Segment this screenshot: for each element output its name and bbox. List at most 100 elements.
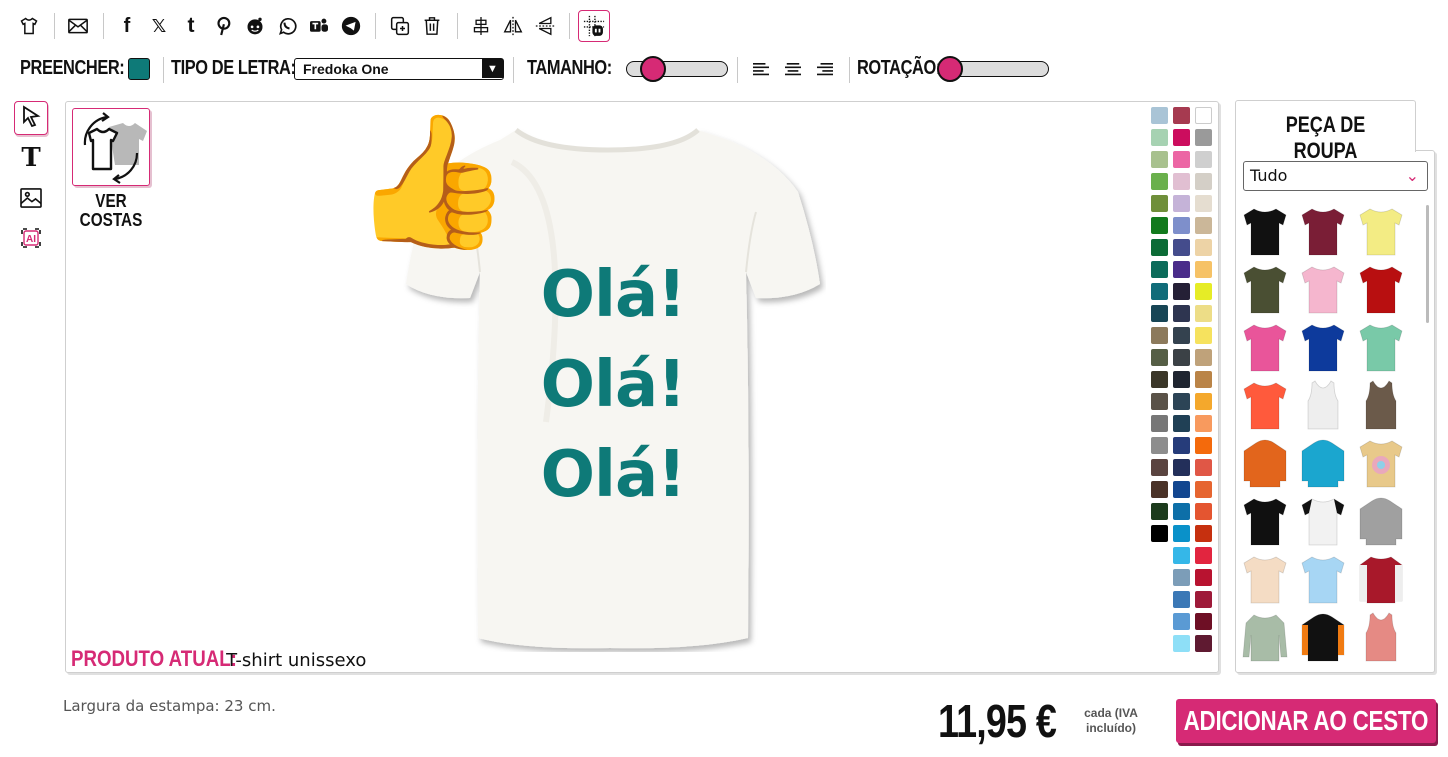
color-swatch[interactable] xyxy=(1173,261,1190,278)
teams-icon[interactable] xyxy=(308,15,330,37)
color-swatch[interactable] xyxy=(1151,107,1168,124)
color-swatch[interactable] xyxy=(1195,239,1212,256)
flip-horizontal-icon[interactable] xyxy=(502,15,524,37)
color-swatch[interactable] xyxy=(1151,283,1168,300)
color-swatch[interactable] xyxy=(1173,239,1190,256)
color-swatch[interactable] xyxy=(1173,547,1190,564)
x-icon[interactable]: 𝕏 xyxy=(148,15,170,37)
telegram-icon[interactable] xyxy=(340,15,362,37)
product-thumb-olive-tee[interactable] xyxy=(1242,263,1288,315)
fill-color-swatch[interactable] xyxy=(128,58,150,80)
font-select[interactable]: Fredoka One ▼ xyxy=(294,58,504,80)
color-swatch[interactable] xyxy=(1173,327,1190,344)
color-swatch[interactable] xyxy=(1173,525,1190,542)
tumblr-icon[interactable]: t xyxy=(180,14,202,37)
text-align-left-icon[interactable] xyxy=(750,59,772,81)
color-swatch[interactable] xyxy=(1173,415,1190,432)
color-swatch[interactable] xyxy=(1151,195,1168,212)
flip-vertical-icon[interactable] xyxy=(534,15,556,37)
product-thumb-tiedye-tee[interactable] xyxy=(1358,437,1404,489)
color-swatch[interactable] xyxy=(1151,415,1168,432)
trash-icon[interactable] xyxy=(421,15,443,37)
product-thumb-mint-tee[interactable] xyxy=(1358,321,1404,373)
color-swatch[interactable] xyxy=(1195,195,1212,212)
color-swatch[interactable] xyxy=(1173,283,1190,300)
color-swatch[interactable] xyxy=(1173,107,1190,124)
product-thumb-turquoise-hoodie[interactable] xyxy=(1300,437,1346,489)
color-swatch[interactable] xyxy=(1195,283,1212,300)
product-thumb-red-tee[interactable] xyxy=(1358,263,1404,315)
color-swatch[interactable] xyxy=(1195,459,1212,476)
color-swatch[interactable] xyxy=(1173,217,1190,234)
design-text[interactable]: Olá! Olá! Olá! xyxy=(528,250,698,520)
color-swatch[interactable] xyxy=(1151,305,1168,322)
color-swatch[interactable] xyxy=(1173,591,1190,608)
color-swatch[interactable] xyxy=(1173,349,1190,366)
color-swatch[interactable] xyxy=(1151,437,1168,454)
size-slider-handle[interactable] xyxy=(639,56,666,82)
color-swatch[interactable] xyxy=(1151,217,1168,234)
product-filter-select[interactable]: Tudo ⌄ xyxy=(1243,161,1428,191)
color-swatch[interactable] xyxy=(1151,151,1168,168)
color-swatch[interactable] xyxy=(1151,129,1168,146)
color-swatch[interactable] xyxy=(1151,503,1168,520)
grid-snap-icon[interactable] xyxy=(578,10,610,42)
align-center-icon[interactable] xyxy=(470,15,492,37)
tshirt-icon[interactable] xyxy=(18,15,40,37)
color-swatch[interactable] xyxy=(1195,591,1212,608)
size-slider[interactable] xyxy=(626,56,728,82)
color-swatch[interactable] xyxy=(1195,305,1212,322)
product-thumb-maroon-tee[interactable] xyxy=(1300,205,1346,257)
color-swatch[interactable] xyxy=(1173,129,1190,146)
color-swatch[interactable] xyxy=(1173,393,1190,410)
reddit-icon[interactable] xyxy=(244,15,266,37)
color-swatch[interactable] xyxy=(1195,217,1212,234)
color-swatch[interactable] xyxy=(1195,327,1212,344)
color-swatch[interactable] xyxy=(1173,305,1190,322)
color-swatch[interactable] xyxy=(1195,481,1212,498)
color-swatch[interactable] xyxy=(1173,569,1190,586)
color-swatch[interactable] xyxy=(1173,613,1190,630)
color-swatch[interactable] xyxy=(1195,547,1212,564)
color-swatch[interactable] xyxy=(1151,327,1168,344)
tab-product[interactable]: PEÇA DE ROUPA xyxy=(1235,100,1416,163)
whatsapp-icon[interactable] xyxy=(276,15,298,37)
product-thumb-brown-tank[interactable] xyxy=(1358,379,1404,431)
add-to-cart-button[interactable]: ADICIONAR AO CESTO xyxy=(1176,699,1436,743)
color-swatch[interactable] xyxy=(1173,635,1190,652)
color-swatch[interactable] xyxy=(1195,107,1212,124)
text-align-right-icon[interactable] xyxy=(814,59,836,81)
color-swatch[interactable] xyxy=(1151,173,1168,190)
color-swatch[interactable] xyxy=(1173,151,1190,168)
color-swatch[interactable] xyxy=(1173,437,1190,454)
product-thumb-rose-tank[interactable] xyxy=(1358,611,1404,663)
color-swatch[interactable] xyxy=(1173,459,1190,476)
product-thumb-coral-tee[interactable] xyxy=(1242,379,1288,431)
color-swatch[interactable] xyxy=(1195,525,1212,542)
thumbs-up-sticker[interactable]: 👍 xyxy=(351,106,513,256)
color-swatch[interactable] xyxy=(1195,371,1212,388)
color-swatch[interactable] xyxy=(1151,239,1168,256)
product-thumb-fuchsia-tee[interactable] xyxy=(1242,321,1288,373)
color-swatch[interactable] xyxy=(1173,481,1190,498)
product-thumb-orange-hoodie[interactable] xyxy=(1242,437,1288,489)
color-swatch[interactable] xyxy=(1195,613,1212,630)
image-tool[interactable] xyxy=(14,183,48,217)
product-list-scrollbar[interactable] xyxy=(1426,205,1429,323)
color-swatch[interactable] xyxy=(1151,525,1168,542)
product-thumb-white-tank[interactable] xyxy=(1300,379,1346,431)
color-swatch[interactable] xyxy=(1195,415,1212,432)
product-thumb-pink-tee[interactable] xyxy=(1300,263,1346,315)
color-swatch[interactable] xyxy=(1173,503,1190,520)
text-tool[interactable]: T xyxy=(14,141,48,175)
product-thumb-skyblue-tee[interactable] xyxy=(1300,553,1346,605)
color-swatch[interactable] xyxy=(1151,371,1168,388)
color-swatch[interactable] xyxy=(1151,393,1168,410)
color-swatch[interactable] xyxy=(1195,349,1212,366)
color-swatch[interactable] xyxy=(1195,437,1212,454)
email-icon[interactable] xyxy=(67,15,89,37)
product-thumb-raglan-tee[interactable] xyxy=(1300,495,1346,547)
color-swatch[interactable] xyxy=(1195,569,1212,586)
color-swatch[interactable] xyxy=(1173,173,1190,190)
product-thumb-royal-tee[interactable] xyxy=(1300,321,1346,373)
